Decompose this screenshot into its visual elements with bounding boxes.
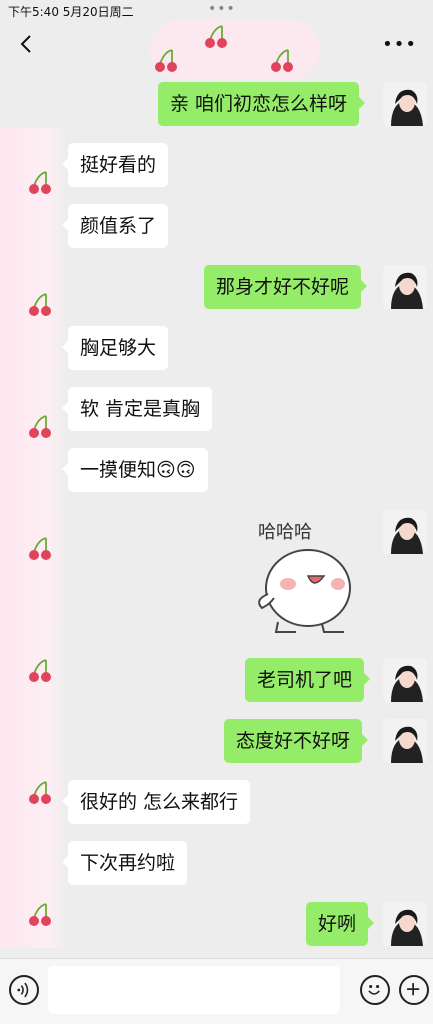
chat-input-bar [0,958,433,1024]
chat-bubble-incoming[interactable]: 挺好看的 [61,143,169,187]
cherry-icon [155,49,177,72]
sticker-text: 哈哈哈 [258,522,312,543]
chat-bubble-outgoing[interactable]: 亲 咱们初恋怎么样呀 [158,82,366,126]
chat-bubble-incoming[interactable]: 软 肯定是真胸 [61,387,213,431]
avatar[interactable] [383,902,427,946]
cherry-icon [29,415,51,438]
avatar[interactable] [383,510,427,554]
emoji-icon[interactable] [360,975,390,1005]
cherry-icon [29,903,51,926]
cherry-icon [29,293,51,316]
back-arrow-icon[interactable] [16,30,40,58]
avatar[interactable] [383,719,427,763]
cherry-icon [29,171,51,194]
chat-bubble-outgoing[interactable]: 老司机了吧 [245,658,371,702]
voice-icon[interactable] [9,975,39,1005]
status-bar: 下午5:40 5月20日周二 ••• [0,0,433,22]
chat-bubble-outgoing[interactable]: 态度好不好呀 [224,719,369,763]
cherry-icon [29,659,51,682]
avatar[interactable] [383,658,427,702]
avatar[interactable] [383,82,427,126]
sticker-laughing[interactable]: 哈哈哈 [244,510,360,636]
status-time: 下午5:40 5月20日周二 [8,5,134,19]
avatar[interactable] [383,265,427,309]
chat-bubble-incoming[interactable]: 下次再约啦 [61,841,188,885]
cherry-icon [29,781,51,804]
cherry-icon [271,49,293,72]
chat-bubble-incoming[interactable]: 颜值系了 [61,204,169,248]
cherry-icon [205,25,227,48]
chat-bubble-incoming[interactable]: 一摸便知🙃🙃 [62,448,208,492]
chat-bubble-incoming[interactable]: 很好的 怎么来都行 [61,780,251,824]
multitask-dots-icon[interactable]: ••• [208,1,236,17]
message-input[interactable] [48,966,340,1014]
chat-bubble-outgoing[interactable]: 好咧 [306,902,375,946]
plus-icon[interactable] [399,975,429,1005]
chat-bubble-outgoing[interactable]: 那身才好不好呢 [204,265,368,309]
cherry-icon [29,537,51,560]
chat-bubble-incoming[interactable]: 胸足够大 [61,326,169,370]
more-icon[interactable]: ••• [382,34,417,55]
